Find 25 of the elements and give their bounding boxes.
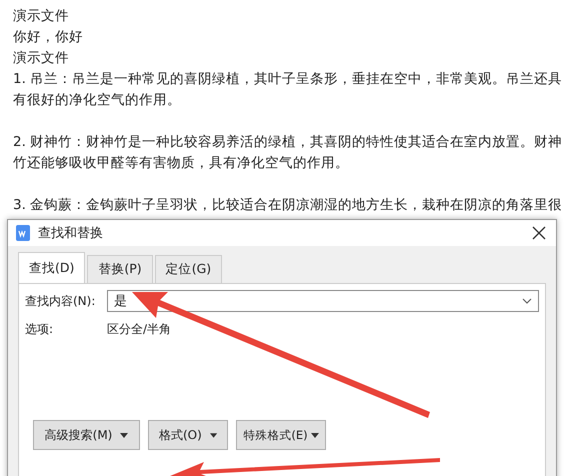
- field-label: 查找内容(N):: [25, 292, 96, 310]
- paragraph-text: 竹还能够吸收甲醛等有害物质，具有净化空气的作用。: [13, 154, 350, 173]
- caret-icon: [120, 432, 128, 438]
- document-text: 你好，你好: [13, 28, 84, 47]
- window-title: 查找和替换: [38, 225, 104, 242]
- options-value: 区分全/半角: [107, 321, 172, 338]
- options-label: 选项:: [25, 321, 54, 338]
- chevron-icon[interactable]: [522, 298, 532, 304]
- dropdown-button[interactable]: 格式(O): [148, 420, 228, 450]
- dropdown-button[interactable]: 高级搜索(M): [33, 420, 140, 450]
- paragraph-text: 1. 吊兰：吊兰是一种常见的喜阴绿植，其叶子呈条形，垂挂在空中，非常美观。吊兰还具: [13, 70, 564, 89]
- paragraph-text: 2. 财神竹：财神竹是一种比较容易养活的绿植，其喜阴的特性使其适合在室内放置。财神: [13, 133, 564, 152]
- document-text: 演示文件: [13, 7, 70, 26]
- document-text: 演示文件: [13, 49, 70, 68]
- caret-icon: [310, 432, 319, 438]
- tab[interactable]: 定位(G): [154, 255, 222, 283]
- tab[interactable]: 替换(P): [87, 255, 153, 283]
- caret-icon: [210, 432, 217, 438]
- search-field[interactable]: 是: [107, 290, 539, 312]
- paragraph-text: 有很好的净化空气的作用。: [13, 91, 182, 110]
- tab[interactable]: 查找(D): [18, 252, 86, 283]
- close-icon[interactable]: [532, 226, 546, 240]
- document-icon: [16, 225, 30, 241]
- dropdown-button[interactable]: 特殊格式(E): [236, 420, 326, 450]
- paragraph-text: 3. 金钩蕨：金钩蕨叶子呈羽状，比较适合在阴凉潮湿的地方生长，栽种在阴凉的角落里很: [13, 196, 564, 215]
